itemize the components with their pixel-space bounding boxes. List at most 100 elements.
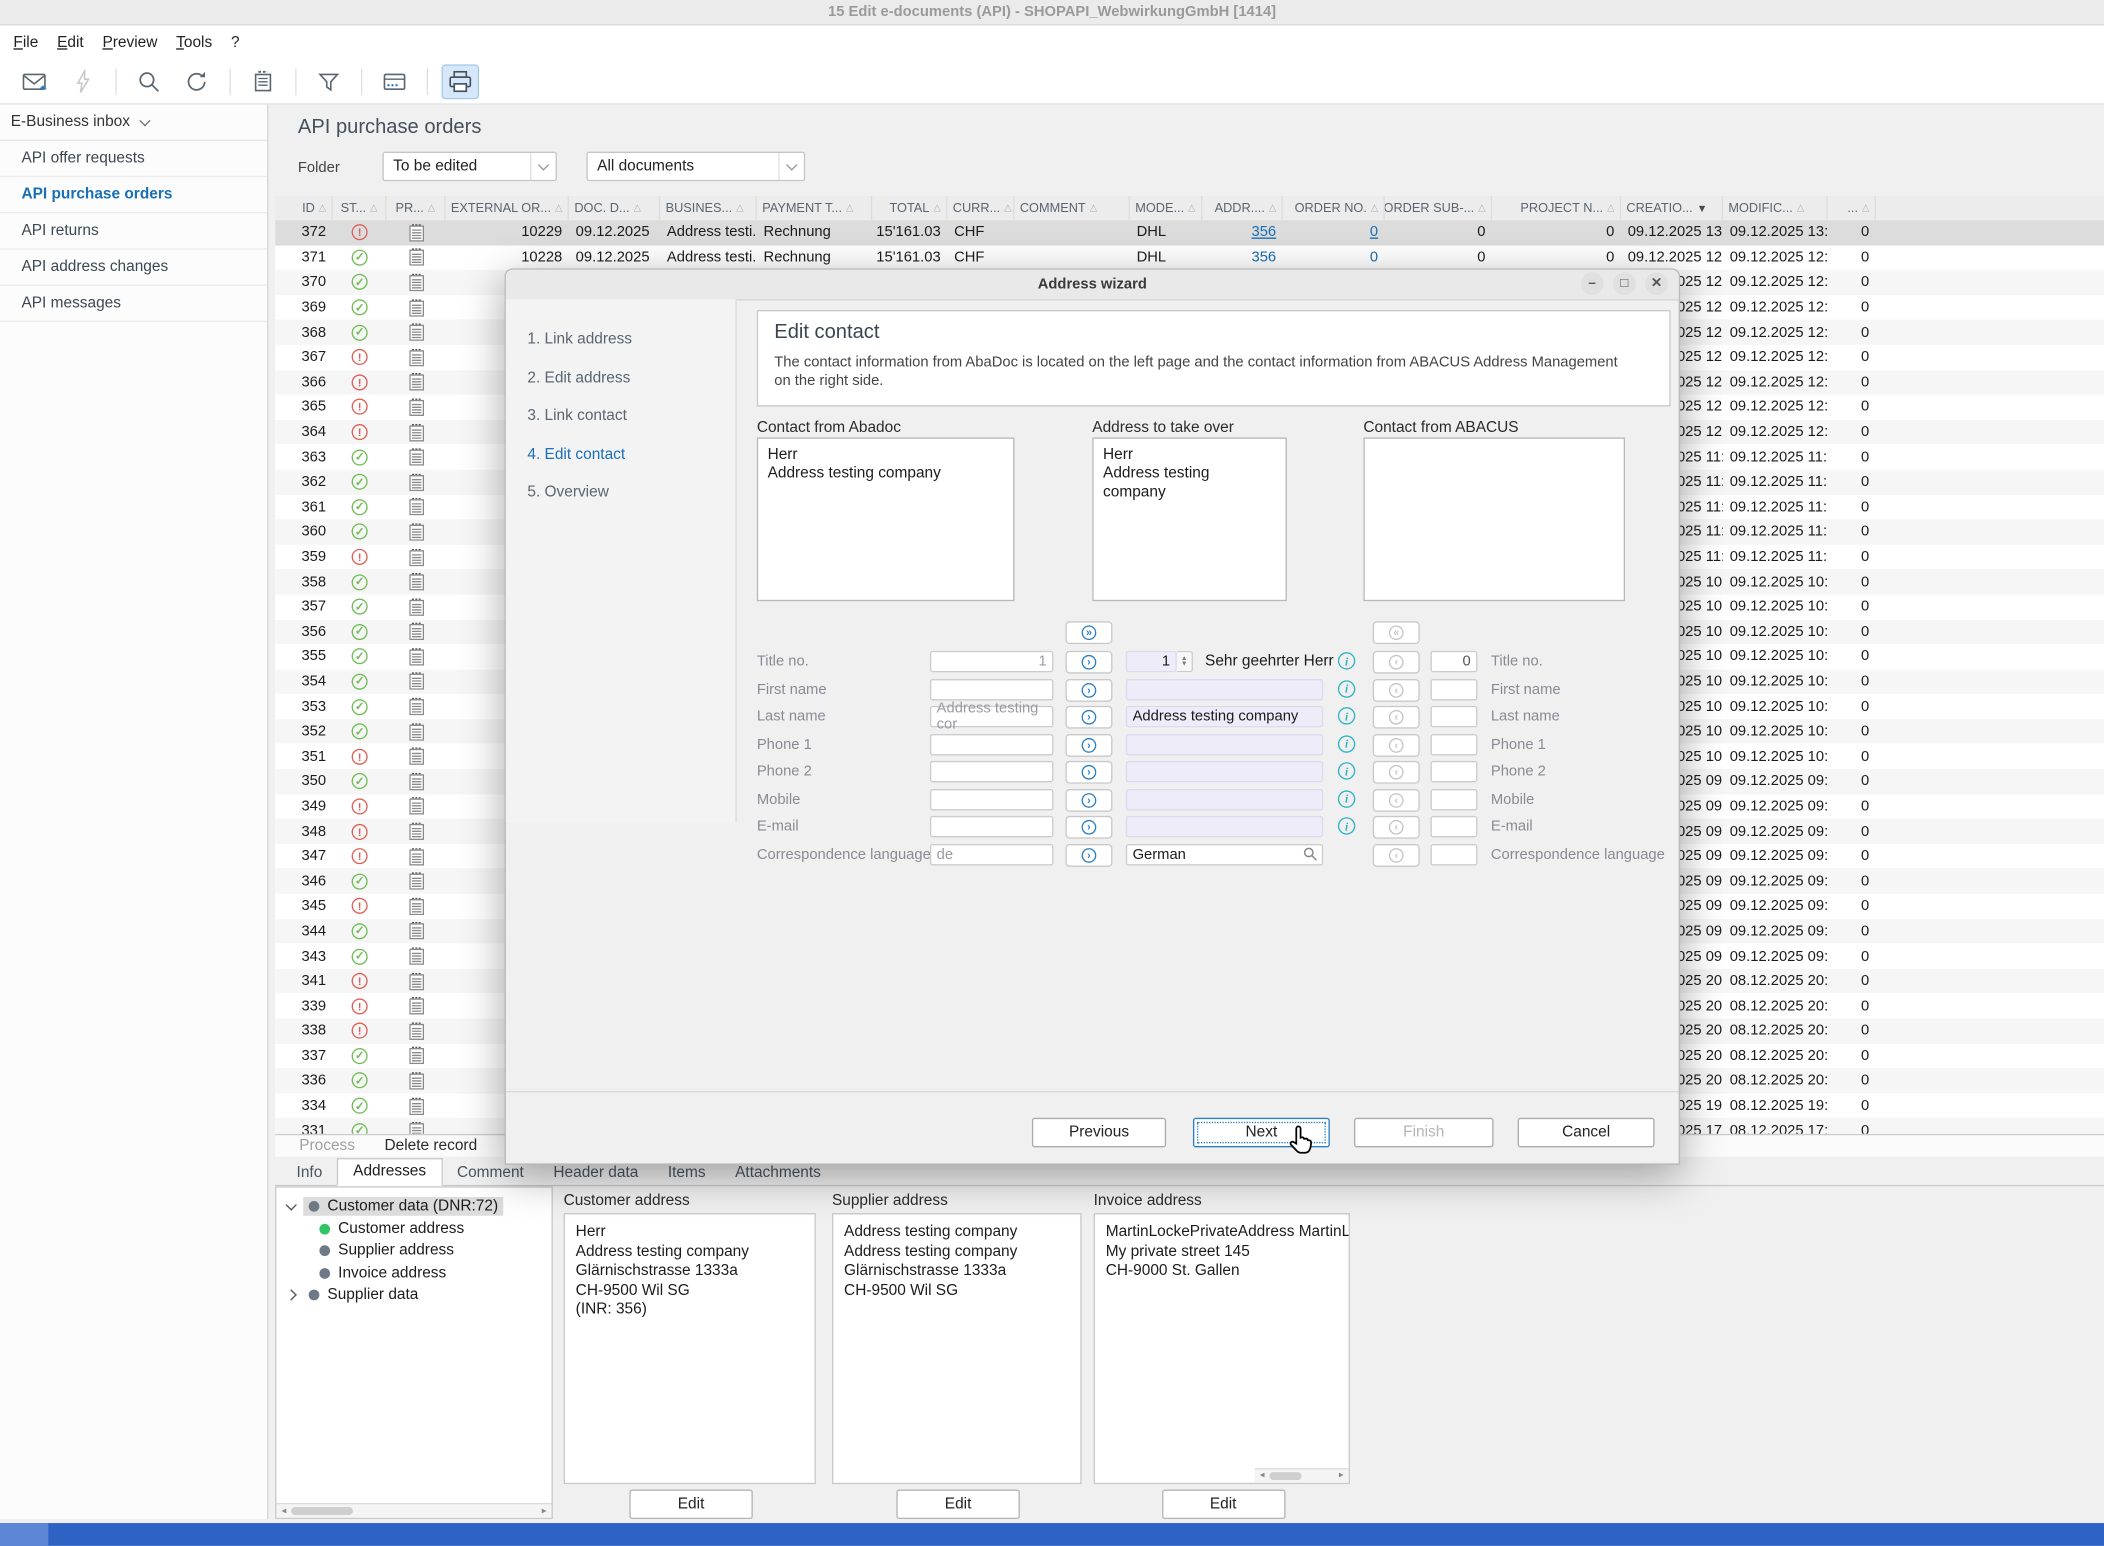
tree-item-supplier-address[interactable]: Supplier address — [276, 1240, 551, 1262]
wizard-step-4-edit-contact[interactable]: 4. Edit contact — [506, 446, 735, 484]
sidebar-item-api-purchase-orders[interactable]: API purchase orders — [0, 177, 267, 213]
wizard-step-3-link-contact[interactable]: 3. Link contact — [506, 408, 735, 446]
title-no--target-field[interactable]: 1 — [1126, 651, 1177, 672]
first-name-target-field[interactable] — [1126, 678, 1323, 699]
close-icon[interactable]: ✕ — [1645, 272, 1668, 295]
phone-1-info-icon[interactable]: i — [1338, 735, 1355, 752]
phone-2-target-field[interactable] — [1126, 761, 1323, 782]
mobile-target-field[interactable] — [1126, 788, 1323, 809]
transfer-all-right-button[interactable]: » — [1065, 621, 1112, 644]
tab-info[interactable]: Info — [282, 1161, 337, 1186]
edit-supplier-address-button[interactable]: Edit — [896, 1490, 1019, 1520]
e-mail-source-field[interactable] — [930, 816, 1053, 837]
e-mail-abacus-field[interactable] — [1430, 816, 1477, 837]
table-row[interactable]: 371✓1022809.12.2025Address testi...Rechn… — [275, 245, 2104, 270]
scrollbar-thumb[interactable] — [1269, 1472, 1301, 1480]
phone-2-info-icon[interactable]: i — [1338, 762, 1355, 779]
scroll-right-icon[interactable]: ▸ — [537, 1506, 552, 1517]
search-icon[interactable] — [132, 65, 167, 97]
title-no--abacus-field[interactable]: 0 — [1430, 651, 1477, 672]
column-header-pr[interactable]: PR...△ — [386, 196, 445, 220]
mobile-abacus-field[interactable] — [1430, 788, 1477, 809]
title-no--spinner[interactable]: ▲▼ — [1177, 651, 1193, 672]
address-link[interactable]: 356 — [1252, 249, 1277, 265]
column-header-id[interactable]: ID△ — [275, 196, 333, 220]
tree-item-supplier-data[interactable]: Supplier data — [276, 1284, 551, 1306]
column-header-comment[interactable]: COMMENT△ — [1014, 196, 1129, 220]
column-header-total[interactable]: TOTAL△ — [872, 196, 947, 220]
order-link[interactable]: 0 — [1370, 249, 1378, 265]
phone-2-transfer-button[interactable]: › — [1065, 761, 1112, 784]
phone-2-source-field[interactable] — [930, 761, 1053, 782]
last-name-transfer-back-button[interactable]: ‹ — [1373, 706, 1420, 729]
cancel-button[interactable]: Cancel — [1518, 1118, 1655, 1148]
mobile-info-icon[interactable]: i — [1338, 790, 1355, 807]
column-header-creatio[interactable]: CREATIO...▼ — [1621, 196, 1723, 220]
wizard-step-5-overview[interactable]: 5. Overview — [506, 484, 735, 522]
title-no--transfer-button[interactable]: › — [1065, 651, 1112, 674]
tree-item-invoice-address[interactable]: Invoice address — [276, 1262, 551, 1284]
phone-1-target-field[interactable] — [1126, 733, 1323, 754]
edit-invoice-address-button[interactable]: Edit — [1161, 1490, 1284, 1520]
menu-item-file[interactable]: File — [4, 30, 48, 54]
column-header-ordersub[interactable]: ORDER SUB-...△ — [1385, 196, 1492, 220]
e-mail-target-field[interactable] — [1126, 816, 1323, 837]
tab-addresses[interactable]: Addresses — [337, 1158, 442, 1186]
tree-horizontal-scrollbar[interactable]: ◂ ▸ — [276, 1503, 551, 1518]
minimize-icon[interactable]: – — [1581, 272, 1604, 295]
contact-from-abacus-list[interactable] — [1363, 437, 1625, 601]
column-header-projectn[interactable]: PROJECT N...△ — [1492, 196, 1621, 220]
e-mail-transfer-button[interactable]: › — [1065, 816, 1112, 839]
phone-1-transfer-back-button[interactable]: ‹ — [1373, 733, 1420, 756]
title-no--transfer-back-button[interactable]: ‹ — [1373, 651, 1420, 674]
delete-record-action[interactable]: Delete record — [385, 1138, 478, 1154]
mobile-source-field[interactable] — [930, 788, 1053, 809]
order-link[interactable]: 0 — [1370, 224, 1378, 240]
process-action[interactable]: Process — [299, 1138, 355, 1154]
title-no--source-field[interactable]: 1 — [930, 651, 1053, 672]
address-link[interactable]: 356 — [1252, 224, 1277, 240]
phone-2-transfer-back-button[interactable]: ‹ — [1373, 761, 1420, 784]
column-header-curr[interactable]: CURR...△ — [947, 196, 1014, 220]
chevron-right-icon[interactable] — [285, 1290, 296, 1301]
transfer-all-left-button[interactable]: « — [1373, 621, 1420, 644]
last-name-info-icon[interactable]: i — [1338, 707, 1355, 724]
column-header-docd[interactable]: DOC. D...△ — [569, 196, 660, 220]
column-header-paymentt[interactable]: PAYMENT T...△ — [757, 196, 872, 220]
printer-icon[interactable] — [443, 65, 478, 97]
e-mail-transfer-back-button[interactable]: ‹ — [1373, 816, 1420, 839]
last-name-target-field[interactable]: Address testing company — [1126, 706, 1323, 727]
scrollbar-thumb[interactable] — [291, 1507, 353, 1515]
column-header-mode[interactable]: MODE...△ — [1130, 196, 1202, 220]
address-to-take-over-list[interactable]: HerrAddress testing company — [1092, 437, 1287, 601]
sidebar-item-api-messages[interactable]: API messages — [0, 286, 267, 322]
wizard-step-1-link-address[interactable]: 1. Link address — [506, 331, 735, 369]
phone-1-abacus-field[interactable] — [1430, 733, 1477, 754]
first-name-info-icon[interactable]: i — [1338, 680, 1355, 697]
document-icon[interactable] — [246, 65, 281, 97]
correspondence-language-abacus-field[interactable] — [1430, 843, 1477, 864]
first-name-abacus-field[interactable] — [1430, 678, 1477, 699]
search-icon[interactable] — [1303, 846, 1318, 861]
folder-select[interactable]: To be edited — [382, 152, 556, 182]
column-header-addr[interactable]: ADDR....△ — [1202, 196, 1283, 220]
first-name-transfer-back-button[interactable]: ‹ — [1373, 678, 1420, 701]
contact-from-abadoc-list[interactable]: HerrAddress testing company — [757, 437, 1015, 601]
mobile-transfer-button[interactable]: › — [1065, 788, 1112, 811]
column-header-busines[interactable]: BUSINES...△ — [660, 196, 757, 220]
chevron-down-icon[interactable] — [285, 1200, 296, 1211]
last-name-source-field[interactable]: Address testing cor — [930, 706, 1053, 727]
menu-item-preview[interactable]: Preview — [93, 30, 167, 54]
column-header-st[interactable]: ST...△ — [333, 196, 387, 220]
scroll-right-icon[interactable]: ▸ — [1334, 1466, 1349, 1484]
phone-1-source-field[interactable] — [930, 733, 1053, 754]
menu-item-tools[interactable]: Tools — [167, 30, 222, 54]
last-name-abacus-field[interactable] — [1430, 706, 1477, 727]
column-header-orderno[interactable]: ORDER NO.△ — [1283, 196, 1385, 220]
sidebar-item-api-address-changes[interactable]: API address changes — [0, 250, 267, 286]
column-header-externalor[interactable]: EXTERNAL OR...△ — [446, 196, 569, 220]
correspondence-language-transfer-button[interactable]: › — [1065, 843, 1112, 866]
refresh-icon[interactable] — [180, 65, 215, 97]
previous-button[interactable]: Previous — [1032, 1118, 1166, 1148]
correspondence-language-transfer-back-button[interactable]: ‹ — [1373, 843, 1420, 866]
